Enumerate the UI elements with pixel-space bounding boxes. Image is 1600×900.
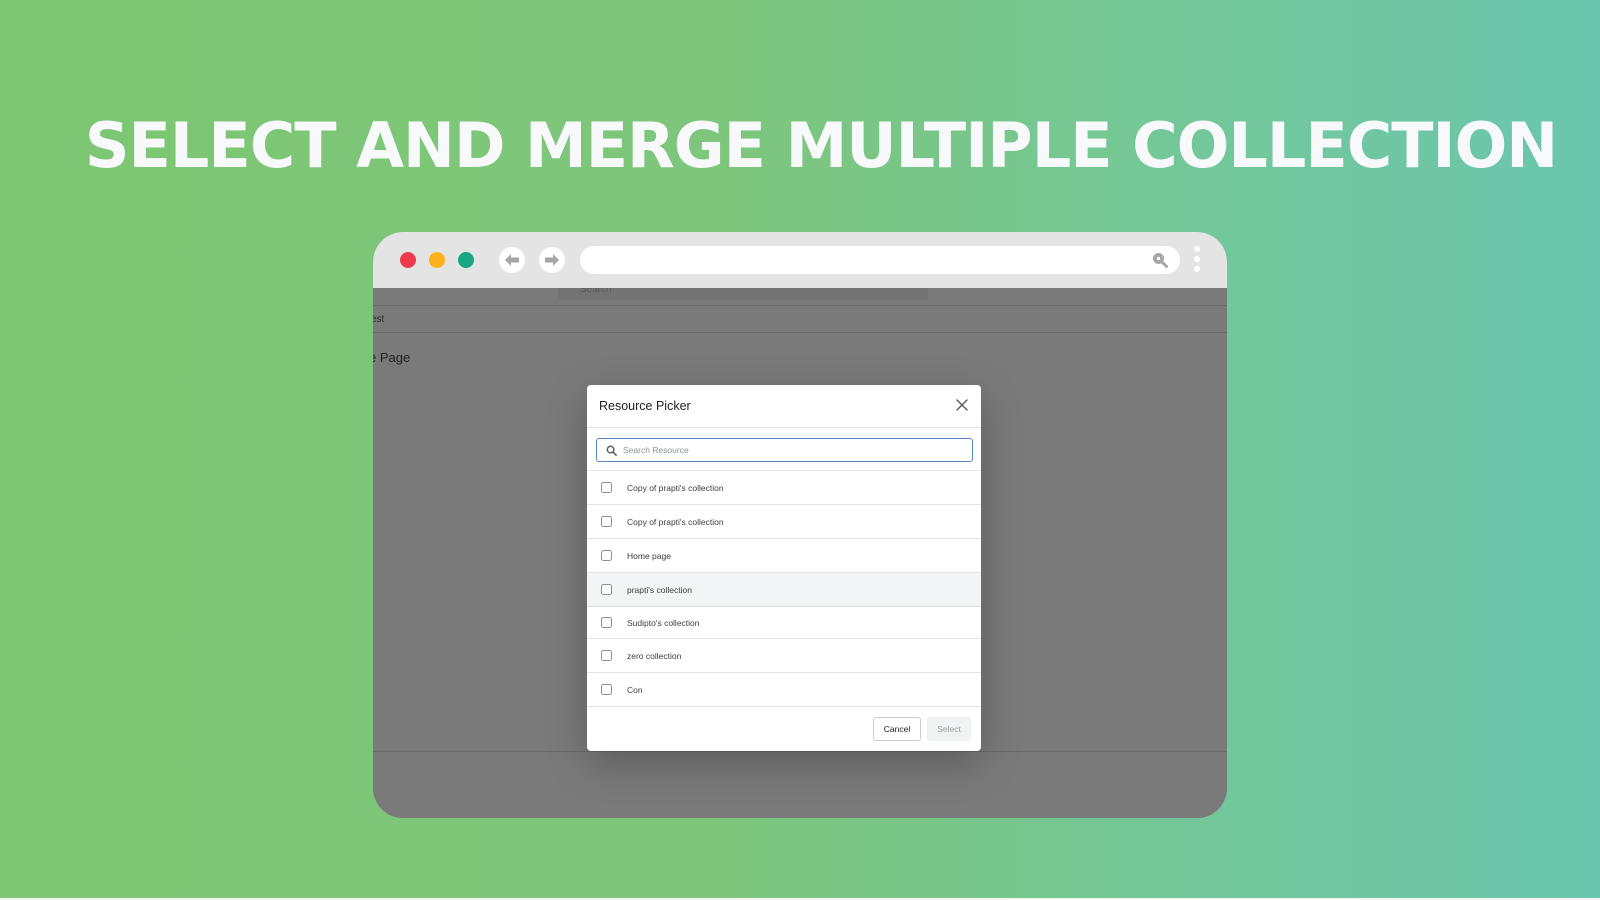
search-icon[interactable]: [1152, 252, 1168, 268]
resource-picker-modal: Resource Picker Copy of prapti's collect…: [587, 385, 981, 751]
resource-label: Sudipto's collection: [627, 617, 700, 628]
back-button[interactable]: [499, 247, 525, 273]
background-search: Search: [558, 288, 928, 300]
resource-row[interactable]: Home page: [587, 539, 981, 573]
divider: [373, 332, 1227, 333]
background-breadcrumb: est: [373, 314, 385, 325]
divider: [373, 751, 1227, 752]
resource-list: Copy of prapti's collection Copy of prap…: [587, 471, 981, 707]
background-page-title: e Page: [373, 350, 411, 365]
resource-label: Copy of prapti's collection: [627, 482, 724, 493]
select-button[interactable]: Select: [927, 717, 971, 741]
browser-toolbar: [373, 232, 1227, 288]
search-resource-input[interactable]: [596, 438, 973, 462]
resource-row[interactable]: Con: [587, 673, 981, 707]
resource-row[interactable]: Copy of prapti's collection: [587, 505, 981, 539]
resource-label: Con: [627, 684, 643, 695]
cancel-button[interactable]: Cancel: [873, 717, 921, 741]
resource-label: Copy of prapti's collection: [627, 516, 724, 527]
kebab-menu-icon[interactable]: [1193, 246, 1201, 276]
divider: [373, 305, 1227, 306]
forward-button[interactable]: [539, 247, 565, 273]
maximize-window-button[interactable]: [458, 252, 474, 268]
hero-title: SELECT AND MERGE MULTIPLE COLLECTION: [84, 109, 1558, 182]
close-window-button[interactable]: [400, 252, 416, 268]
resource-row[interactable]: prapti's collection: [587, 573, 981, 607]
resource-row[interactable]: Copy of prapti's collection: [587, 471, 981, 505]
resource-checkbox[interactable]: [601, 482, 612, 493]
resource-label: zero collection: [627, 650, 682, 661]
resource-checkbox[interactable]: [601, 650, 612, 661]
minimize-window-button[interactable]: [429, 252, 445, 268]
close-icon[interactable]: [955, 398, 969, 412]
resource-row[interactable]: zero collection: [587, 639, 981, 673]
resource-row[interactable]: Sudipto's collection: [587, 607, 981, 639]
resource-label: prapti's collection: [627, 584, 692, 595]
resource-label: Home page: [627, 550, 671, 561]
resource-checkbox[interactable]: [601, 516, 612, 527]
search-area: [587, 428, 981, 471]
resource-checkbox[interactable]: [601, 617, 612, 628]
modal-footer: Cancel Select: [587, 707, 981, 751]
address-bar[interactable]: [580, 246, 1180, 274]
modal-header: Resource Picker: [587, 385, 981, 428]
arrow-right-icon: [545, 254, 559, 266]
resource-checkbox[interactable]: [601, 584, 612, 595]
modal-title: Resource Picker: [599, 399, 691, 413]
arrow-left-icon: [505, 254, 519, 266]
resource-checkbox[interactable]: [601, 550, 612, 561]
resource-checkbox[interactable]: [601, 684, 612, 695]
